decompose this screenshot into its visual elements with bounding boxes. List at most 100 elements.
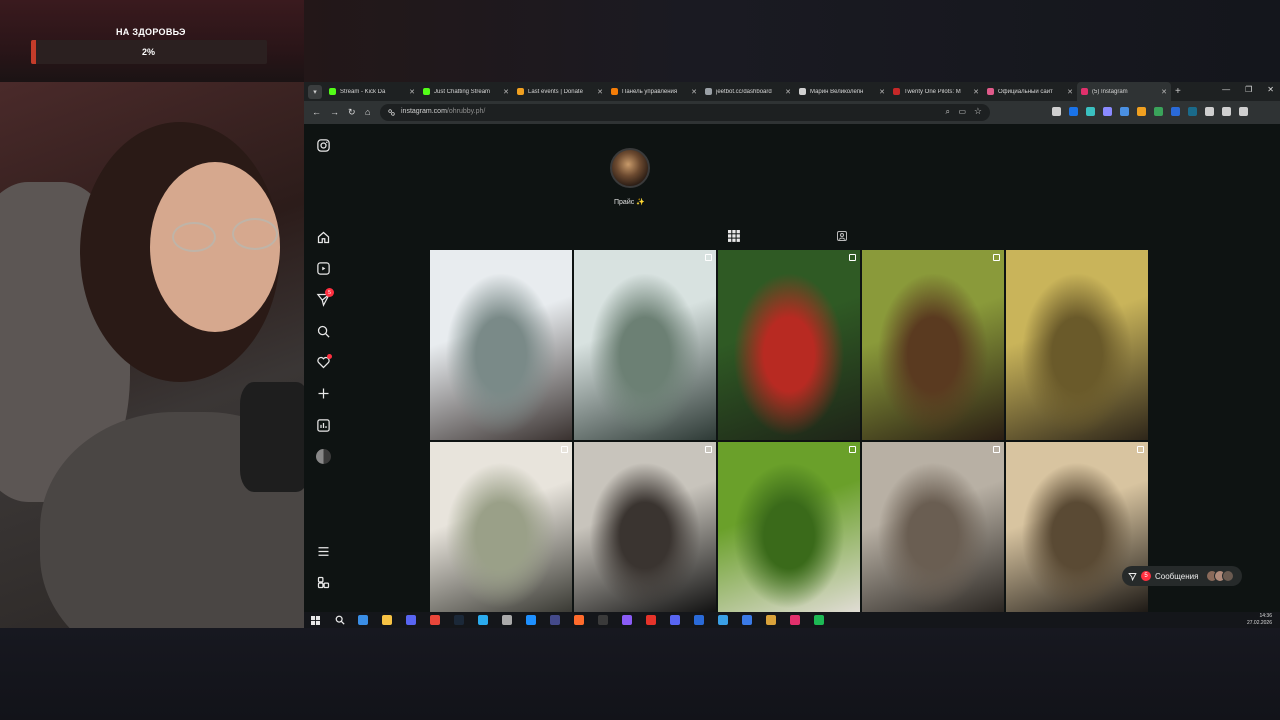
browser-tab[interactable]: Stream - Kick Da ✕ — [325, 82, 419, 101]
extension-icon[interactable] — [1239, 107, 1248, 116]
extension-icon[interactable] — [1154, 107, 1163, 116]
browser-tab[interactable]: Марин Великолепн ✕ — [795, 82, 889, 101]
close-icon[interactable]: ✕ — [1267, 85, 1274, 94]
extension-icon[interactable] — [1086, 107, 1095, 116]
reload-icon[interactable]: ↻ — [348, 107, 356, 118]
taskbar-app-icon[interactable] — [646, 615, 656, 625]
taskbar-app-icon[interactable] — [718, 615, 728, 625]
extension-icon[interactable] — [1188, 107, 1197, 116]
back-icon[interactable]: ← — [312, 107, 321, 117]
browser-tab[interactable]: Официальный сайт ✕ — [983, 82, 1077, 101]
taskbar-app-icon[interactable] — [430, 615, 440, 625]
extension-icon[interactable] — [1137, 107, 1146, 116]
taskbar-apps — [351, 615, 831, 625]
cast-icon[interactable]: ▭ — [958, 107, 966, 116]
zoom-icon[interactable]: ⌕ — [946, 107, 950, 117]
taskbar-app-icon[interactable] — [766, 615, 776, 625]
address-bar[interactable]: instagram.com/ohrubby.ph/ ⌕ ▭ ☆ — [380, 104, 990, 121]
taskbar-app-icon[interactable] — [622, 615, 632, 625]
story-highlight[interactable] — [610, 148, 650, 188]
taskbar-app-icon[interactable] — [526, 615, 536, 625]
minimize-icon[interactable]: — — [1222, 85, 1230, 94]
post-thumbnail-winter-couple-dog[interactable] — [430, 250, 572, 440]
taskbar-app-icon[interactable] — [574, 615, 584, 625]
tab-close-icon[interactable]: ✕ — [785, 88, 791, 96]
carousel-icon — [993, 254, 1000, 261]
create-plus-icon[interactable] — [316, 386, 331, 401]
tab-close-icon[interactable]: ✕ — [879, 88, 885, 96]
browser-tab[interactable]: Just Chatting Stream ✕ — [419, 82, 513, 101]
extension-icon[interactable] — [1103, 107, 1112, 116]
site-info-icon[interactable] — [388, 109, 395, 116]
extension-icon[interactable] — [1222, 107, 1231, 116]
taskbar-app-icon[interactable] — [598, 615, 608, 625]
post-thumbnail-christmas-tree[interactable] — [1006, 442, 1148, 612]
window-controls: — ❐ ✕ — [1222, 85, 1274, 94]
extension-icon[interactable] — [1052, 107, 1061, 116]
restore-icon[interactable]: ❐ — [1245, 85, 1252, 94]
profile-avatar-icon[interactable] — [316, 449, 331, 464]
tab-close-icon[interactable]: ✕ — [973, 88, 979, 96]
post-thumbnail-berries-portrait[interactable] — [718, 250, 860, 440]
home-icon[interactable]: ⌂ — [365, 107, 370, 117]
taskbar-app-icon[interactable] — [406, 615, 416, 625]
extension-icon[interactable] — [1120, 107, 1129, 116]
extension-icon[interactable] — [1069, 107, 1078, 116]
home-nav-icon[interactable] — [316, 230, 331, 245]
post-thumbnail-autumn-girl[interactable] — [1006, 250, 1148, 440]
extension-icon[interactable] — [1205, 107, 1214, 116]
taskbar-app-icon[interactable] — [358, 615, 368, 625]
taskbar-app-icon[interactable] — [382, 615, 392, 625]
taskbar-app-icon[interactable] — [454, 615, 464, 625]
tab-close-icon[interactable]: ✕ — [1161, 88, 1167, 96]
extension-icon[interactable] — [1171, 107, 1180, 116]
tab-label: Last events | Donate — [528, 88, 583, 95]
browser-tab[interactable]: (5) Instagram ✕ — [1077, 82, 1171, 101]
url-host: instagram.com — [401, 108, 447, 115]
also-from-meta-icon[interactable] — [316, 575, 331, 590]
reels-nav-icon[interactable] — [316, 261, 331, 276]
taskbar-app-icon[interactable] — [742, 615, 752, 625]
windows-start-icon[interactable] — [311, 615, 320, 625]
menu-hamburger-icon[interactable] — [316, 544, 331, 559]
posts-grid-tab-icon[interactable] — [728, 230, 740, 242]
taskbar-app-icon[interactable] — [670, 615, 680, 625]
post-thumbnail-winter-girl[interactable] — [574, 250, 716, 440]
tab-favicon-icon — [329, 88, 336, 95]
post-thumbnail-couple-grass[interactable] — [718, 442, 860, 612]
direct-nav-item[interactable]: 5 — [316, 288, 334, 307]
tab-close-icon[interactable]: ✕ — [691, 88, 697, 96]
post-thumbnail-wedding[interactable] — [430, 442, 572, 612]
new-tab-button[interactable]: + — [1175, 86, 1181, 97]
tagged-tab-icon[interactable] — [836, 230, 848, 242]
taskbar-app-icon[interactable] — [478, 615, 488, 625]
taskbar-app-icon[interactable] — [694, 615, 704, 625]
tab-close-icon[interactable]: ✕ — [597, 88, 603, 96]
tab-close-icon[interactable]: ✕ — [503, 88, 509, 96]
tab-search-button[interactable]: ▾ — [308, 84, 322, 99]
taskbar-search-icon[interactable] — [335, 615, 345, 625]
browser-tab[interactable]: Панель управления ✕ — [607, 82, 701, 101]
url-text: instagram.com/ohrubby.ph/ — [401, 108, 485, 115]
browser-tab[interactable]: jeetbot.cc/dashboard ✕ — [701, 82, 795, 101]
post-thumbnail-city-coat[interactable] — [862, 442, 1004, 612]
windows-taskbar: 14:36 27.02.2026 — [304, 612, 1280, 628]
tab-close-icon[interactable]: ✕ — [409, 88, 415, 96]
messages-button[interactable]: 5 Сообщения — [1122, 566, 1243, 586]
bookmark-star-icon[interactable]: ☆ — [974, 106, 982, 117]
post-thumbnail-man-sofa[interactable] — [574, 442, 716, 612]
dashboard-icon[interactable] — [316, 418, 331, 433]
forward-icon[interactable]: → — [330, 107, 339, 117]
taskbar-app-icon[interactable] — [790, 615, 800, 625]
taskbar-app-icon[interactable] — [814, 615, 824, 625]
search-icon[interactable] — [316, 324, 331, 339]
post-thumbnail-dog-owner[interactable] — [862, 250, 1004, 440]
browser-tab[interactable]: Last events | Donate ✕ — [513, 82, 607, 101]
browser-tab[interactable]: Twenty One Pilots: M ✕ — [889, 82, 983, 101]
tab-close-icon[interactable]: ✕ — [1067, 88, 1073, 96]
taskbar-app-icon[interactable] — [502, 615, 512, 625]
taskbar-app-icon[interactable] — [550, 615, 560, 625]
notifications-nav-item[interactable] — [316, 354, 332, 370]
notification-dot — [327, 354, 332, 359]
instagram-logo-icon[interactable] — [316, 138, 331, 153]
